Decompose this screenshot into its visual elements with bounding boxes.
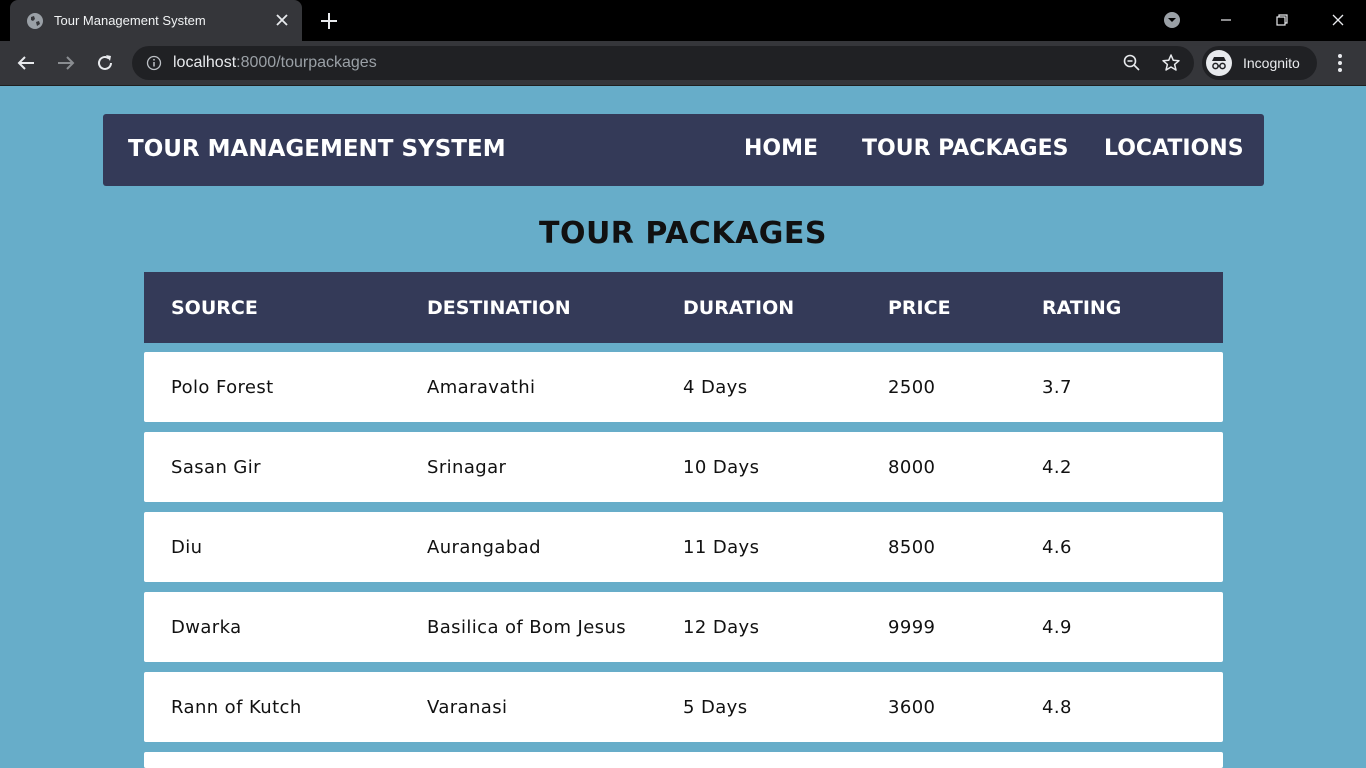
- incognito-label: Incognito: [1243, 55, 1300, 71]
- cell-duration: 12 Days: [683, 617, 760, 638]
- globe-icon: [27, 13, 43, 29]
- cell-price: 8500: [888, 537, 936, 558]
- browser-tab[interactable]: Tour Management System: [10, 0, 302, 41]
- bookmark-star-icon[interactable]: [1161, 53, 1181, 73]
- minimize-icon[interactable]: [1214, 8, 1238, 32]
- tab-search-icon[interactable]: [1162, 10, 1182, 30]
- reload-icon[interactable]: [93, 51, 117, 75]
- table-row: Polo Forest Amaravathi 4 Days 2500 3.7: [144, 352, 1223, 422]
- header-price: PRICE: [888, 297, 951, 319]
- header-rating: RATING: [1042, 297, 1122, 319]
- page-title: TOUR PACKAGES: [538, 216, 828, 251]
- forward-arrow-icon[interactable]: [54, 51, 78, 75]
- more-menu-icon[interactable]: [1330, 51, 1350, 75]
- info-icon[interactable]: [146, 55, 162, 71]
- cell-destination: Amaravathi: [427, 377, 536, 398]
- new-tab-icon[interactable]: [318, 10, 340, 32]
- cell-destination: Aurangabad: [427, 537, 541, 558]
- cell-duration: 5 Days: [683, 697, 748, 718]
- cell-duration: 10 Days: [683, 457, 760, 478]
- cell-source: Diu: [171, 537, 203, 558]
- close-tab-icon[interactable]: [272, 10, 292, 30]
- table-header: SOURCE DESTINATION DURATION PRICE RATING: [144, 272, 1223, 343]
- site-navbar: TOUR MANAGEMENT SYSTEM HOME TOUR PACKAGE…: [103, 114, 1264, 186]
- incognito-icon: [1206, 50, 1232, 76]
- cell-price: 2500: [888, 377, 936, 398]
- nav-link-home[interactable]: HOME: [744, 136, 818, 161]
- browser-toolbar: localhost:8000/tourpackages Incognito: [0, 41, 1366, 86]
- nav-link-locations[interactable]: LOCATIONS: [1104, 136, 1244, 161]
- cell-rating: 4.6: [1042, 537, 1072, 558]
- cell-source: Rann of Kutch: [171, 697, 302, 718]
- back-arrow-icon[interactable]: [14, 51, 38, 75]
- cell-destination: Varanasi: [427, 697, 508, 718]
- cell-price: 9999: [888, 617, 936, 638]
- header-destination: DESTINATION: [427, 297, 571, 319]
- cell-duration: 11 Days: [683, 537, 760, 558]
- cell-duration: 4 Days: [683, 377, 748, 398]
- table-row: Diu Aurangabad 11 Days 8500 4.6: [144, 512, 1223, 582]
- cell-rating: 4.9: [1042, 617, 1072, 638]
- cell-rating: 4.8: [1042, 697, 1072, 718]
- cell-source: Polo Forest: [171, 377, 274, 398]
- url-text[interactable]: localhost:8000/tourpackages: [173, 54, 377, 72]
- table-row: Rann of Kutch Varanasi 5 Days 3600 4.8: [144, 672, 1223, 742]
- header-source: SOURCE: [171, 297, 258, 319]
- cell-price: 3600: [888, 697, 936, 718]
- incognito-profile-button[interactable]: Incognito: [1202, 46, 1317, 80]
- cell-destination: Basilica of Bom Jesus: [427, 617, 627, 638]
- nav-link-tour-packages[interactable]: TOUR PACKAGES: [862, 136, 1068, 161]
- zoom-out-icon[interactable]: [1122, 53, 1142, 73]
- address-bar[interactable]: localhost:8000/tourpackages: [132, 46, 1194, 80]
- restore-icon[interactable]: [1270, 8, 1294, 32]
- site-brand[interactable]: TOUR MANAGEMENT SYSTEM: [128, 136, 506, 162]
- table-row: Dwarka Basilica of Bom Jesus 12 Days 999…: [144, 592, 1223, 662]
- cell-price: 8000: [888, 457, 936, 478]
- cell-source: Dwarka: [171, 617, 242, 638]
- table-row: [144, 752, 1223, 768]
- close-window-icon[interactable]: [1326, 8, 1350, 32]
- cell-source: Sasan Gir: [171, 457, 261, 478]
- header-duration: DURATION: [683, 297, 795, 319]
- tab-title: Tour Management System: [54, 13, 206, 28]
- table-row: Sasan Gir Srinagar 10 Days 8000 4.2: [144, 432, 1223, 502]
- cell-rating: 4.2: [1042, 457, 1072, 478]
- browser-tab-strip: Tour Management System: [0, 0, 1366, 41]
- cell-rating: 3.7: [1042, 377, 1072, 398]
- cell-destination: Srinagar: [427, 457, 507, 478]
